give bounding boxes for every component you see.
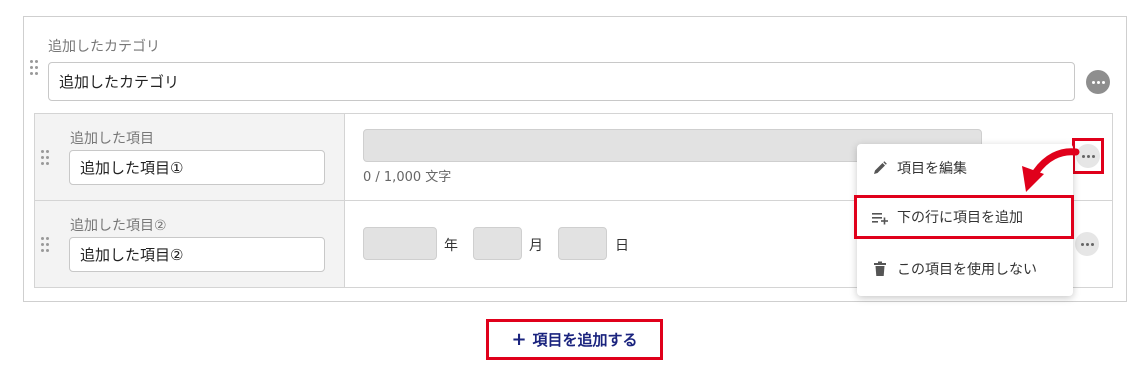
menu-item-disable[interactable]: この項目を使用しない: [857, 251, 1073, 287]
year-input[interactable]: [363, 227, 437, 260]
category-drag-handle-icon[interactable]: [30, 60, 40, 76]
day-input[interactable]: [558, 227, 607, 260]
row2-drag-handle-icon[interactable]: [41, 237, 51, 253]
month-input[interactable]: [473, 227, 522, 260]
category-name-input[interactable]: 追加したカテゴリ: [48, 62, 1075, 101]
pointer-arrow-icon: [1022, 148, 1080, 192]
add-item-button[interactable]: + 項目を追加する: [486, 319, 663, 360]
column-divider: [344, 114, 345, 287]
add-row-highlight: [854, 195, 1074, 239]
row1-char-count: 0 / 1,000 文字: [363, 170, 452, 185]
row1-name-input[interactable]: 追加した項目①: [69, 150, 325, 185]
menu-item-disable-label: この項目を使用しない: [897, 262, 1037, 278]
day-unit: 日: [615, 238, 629, 254]
menu-item-edit-label: 項目を編集: [897, 161, 967, 177]
month-unit: 月: [529, 238, 543, 254]
trash-icon: [871, 260, 889, 278]
add-item-button-label: 項目を追加する: [532, 331, 638, 349]
year-unit: 年: [444, 238, 458, 254]
pencil-icon: [871, 159, 889, 177]
row1-label: 追加した項目: [70, 131, 154, 147]
category-label: 追加したカテゴリ: [48, 39, 160, 55]
plus-icon: +: [511, 329, 527, 350]
row2-more-icon[interactable]: [1075, 232, 1099, 256]
row2-label: 追加した項目②: [70, 218, 167, 234]
row2-name-input[interactable]: 追加した項目②: [69, 237, 325, 272]
category-more-icon[interactable]: [1086, 70, 1110, 94]
row1-drag-handle-icon[interactable]: [41, 150, 51, 166]
